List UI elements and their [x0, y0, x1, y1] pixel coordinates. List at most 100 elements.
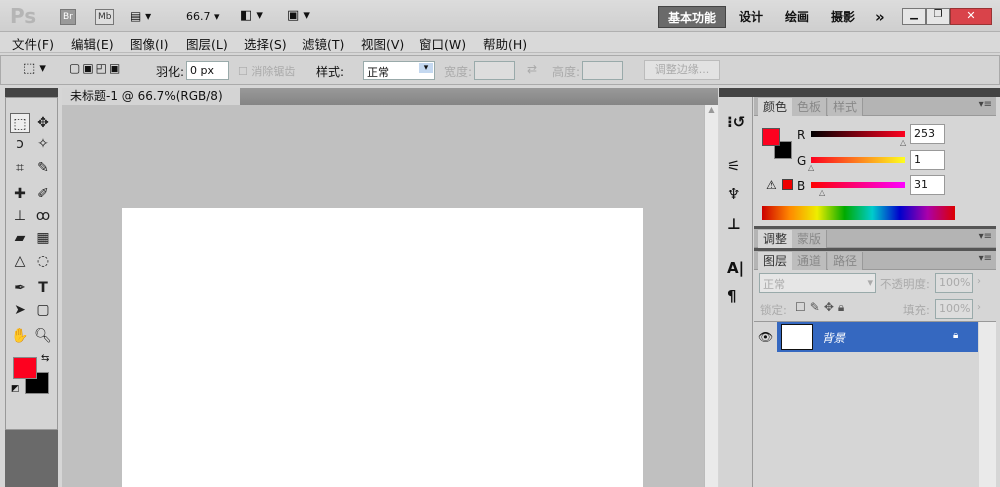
character-panel-icon[interactable]: A|: [727, 259, 744, 277]
tab-channels[interactable]: 通道: [792, 252, 828, 270]
tab-styles[interactable]: 样式: [828, 98, 864, 116]
b-slider-thumb[interactable]: △: [819, 188, 825, 197]
style-select[interactable]: 正常 ▾: [363, 61, 435, 80]
vertical-scrollbar[interactable]: ▲: [704, 105, 718, 487]
menu-filter[interactable]: 滤镜(T): [302, 34, 344, 53]
move-tool-icon[interactable]: ✥: [33, 113, 53, 133]
feather-input[interactable]: 0 px: [186, 61, 229, 80]
r-value-input[interactable]: 253: [910, 124, 945, 144]
selection-mode-buttons[interactable]: ▢▣◰▣: [69, 61, 122, 75]
opacity-input[interactable]: 100%: [935, 273, 973, 293]
path-selection-icon[interactable]: ➤: [10, 300, 30, 320]
panel-menu-icon[interactable]: ▾≡: [979, 99, 992, 110]
layer-row-background[interactable]: 背景 🔒︎: [777, 322, 978, 352]
tab-color[interactable]: 颜色: [758, 98, 794, 116]
menu-file[interactable]: 文件(F): [12, 34, 54, 53]
eyedropper-icon[interactable]: ✎: [33, 158, 53, 178]
g-value-input[interactable]: 1: [910, 150, 945, 170]
tool-preset-picker[interactable]: ⬚ ▾: [23, 61, 46, 76]
paragraph-panel-icon[interactable]: ¶: [727, 287, 737, 305]
screen-mode-dropdown[interactable]: ▣ ▾: [287, 8, 310, 23]
brush-tool-icon[interactable]: ✐: [33, 184, 53, 204]
menu-layer[interactable]: 图层(L): [186, 34, 228, 53]
panel-dock-header[interactable]: [719, 88, 1000, 97]
eraser-icon[interactable]: ▰: [10, 228, 30, 248]
tab-adjustments[interactable]: 调整: [758, 230, 794, 248]
history-panel-icon[interactable]: ⁝↺: [727, 113, 745, 131]
minimize-button[interactable]: ▁: [902, 8, 926, 25]
panel-menu-icon[interactable]: ▾≡: [979, 253, 992, 264]
healing-brush-icon[interactable]: ✚: [10, 184, 30, 204]
gamut-color-swatch[interactable]: [782, 179, 793, 190]
restore-button[interactable]: ❐: [926, 8, 950, 25]
visibility-eye-icon[interactable]: 👁︎: [758, 330, 773, 344]
more-workspaces-button[interactable]: »: [866, 6, 894, 28]
menu-help[interactable]: 帮助(H): [483, 34, 527, 53]
opacity-slider-button[interactable]: ›: [977, 276, 981, 287]
dodge-tool-icon[interactable]: ◌: [33, 251, 53, 271]
workspace-photography[interactable]: 摄影: [822, 6, 864, 28]
type-tool-icon[interactable]: T: [33, 278, 53, 298]
swap-colors-icon[interactable]: ⇆: [41, 353, 49, 364]
menu-select[interactable]: 选择(S): [244, 34, 287, 53]
r-slider-thumb[interactable]: △: [900, 138, 906, 147]
tab-paths[interactable]: 路径: [828, 252, 864, 270]
fill-slider-button[interactable]: ›: [977, 302, 981, 313]
brush-presets-icon[interactable]: ⚟: [727, 157, 740, 175]
zoom-level-dropdown[interactable]: 66.7 ▾: [186, 10, 220, 23]
antialias-checkbox[interactable]: ☐ 消除锯齿: [238, 63, 295, 79]
magic-wand-icon[interactable]: ✧: [33, 134, 53, 154]
clone-source-icon[interactable]: ⊥: [727, 215, 741, 233]
arrange-documents-dropdown[interactable]: ◧ ▾: [240, 8, 263, 23]
blend-mode-select[interactable]: 正常 ▾: [759, 273, 876, 293]
hand-tool-icon[interactable]: ✋: [10, 326, 30, 346]
workspace-essentials[interactable]: 基本功能: [658, 6, 727, 28]
menu-window[interactable]: 窗口(W): [419, 34, 466, 53]
tab-swatches[interactable]: 色板: [792, 98, 828, 116]
panel-menu-icon[interactable]: ▾≡: [979, 231, 992, 242]
close-button[interactable]: ✕: [950, 8, 992, 25]
crop-tool-icon[interactable]: ⌗: [10, 158, 30, 178]
shape-tool-icon[interactable]: ▢: [33, 300, 53, 320]
lock-options[interactable]: ☐✎✥🔒︎: [795, 300, 848, 315]
mini-bridge-button[interactable]: Mb: [95, 9, 115, 25]
refine-edge-button[interactable]: 调整边缘...: [644, 60, 720, 80]
fill-input[interactable]: 100%: [935, 299, 973, 319]
clone-stamp-icon[interactable]: ⊥: [10, 206, 30, 226]
options-bar: ⬚ ▾ ▢▣◰▣ 羽化: 0 px ☐ 消除锯齿 样式: 正常 ▾ 宽度: ⇄ 高…: [0, 55, 1000, 85]
scroll-up-icon[interactable]: ▲: [705, 105, 718, 114]
menu-view[interactable]: 视图(V): [361, 34, 404, 53]
menu-edit[interactable]: 编辑(E): [71, 34, 114, 53]
tab-layers[interactable]: 图层: [758, 252, 794, 270]
tab-masks[interactable]: 蒙版: [792, 230, 828, 248]
default-colors-icon[interactable]: ◩: [11, 384, 20, 394]
zoom-tool-icon[interactable]: 🔍︎: [33, 326, 53, 346]
g-slider[interactable]: [811, 157, 905, 163]
height-input[interactable]: [582, 61, 623, 80]
foreground-color-swatch[interactable]: [13, 357, 37, 379]
document-canvas[interactable]: [122, 208, 643, 487]
color-foreground-swatch[interactable]: [762, 128, 780, 146]
marquee-tool-icon[interactable]: ⬚: [10, 113, 30, 133]
g-slider-thumb[interactable]: △: [808, 163, 814, 172]
pen-tool-icon[interactable]: ✒: [10, 278, 30, 298]
layers-scrollbar[interactable]: [979, 322, 996, 487]
workspace-painting[interactable]: 绘画: [776, 6, 818, 28]
history-brush-icon[interactable]: ꝏ: [33, 206, 53, 226]
gradient-icon[interactable]: ▦: [33, 228, 53, 248]
menu-image[interactable]: 图像(I): [130, 34, 168, 53]
document-tab[interactable]: 未标题-1 @ 66.7%(RGB/8) ✕: [62, 88, 240, 121]
workspace-design[interactable]: 设计: [730, 6, 772, 28]
toolbox-header[interactable]: [5, 88, 58, 97]
color-spectrum-bar[interactable]: [762, 206, 955, 220]
b-value-input[interactable]: 31: [910, 175, 945, 195]
width-input[interactable]: [474, 61, 515, 80]
bridge-button[interactable]: Br: [60, 9, 76, 25]
blur-tool-icon[interactable]: △: [10, 251, 30, 271]
gamut-warning-icon[interactable]: ⚠: [766, 178, 777, 192]
r-slider[interactable]: [811, 131, 905, 137]
brush-panel-icon[interactable]: ♆: [727, 185, 740, 203]
swap-icon[interactable]: ⇄: [527, 62, 537, 76]
lasso-tool-icon[interactable]: ↄ: [10, 134, 30, 154]
view-extras-dropdown[interactable]: ▤ ▾: [130, 9, 151, 23]
